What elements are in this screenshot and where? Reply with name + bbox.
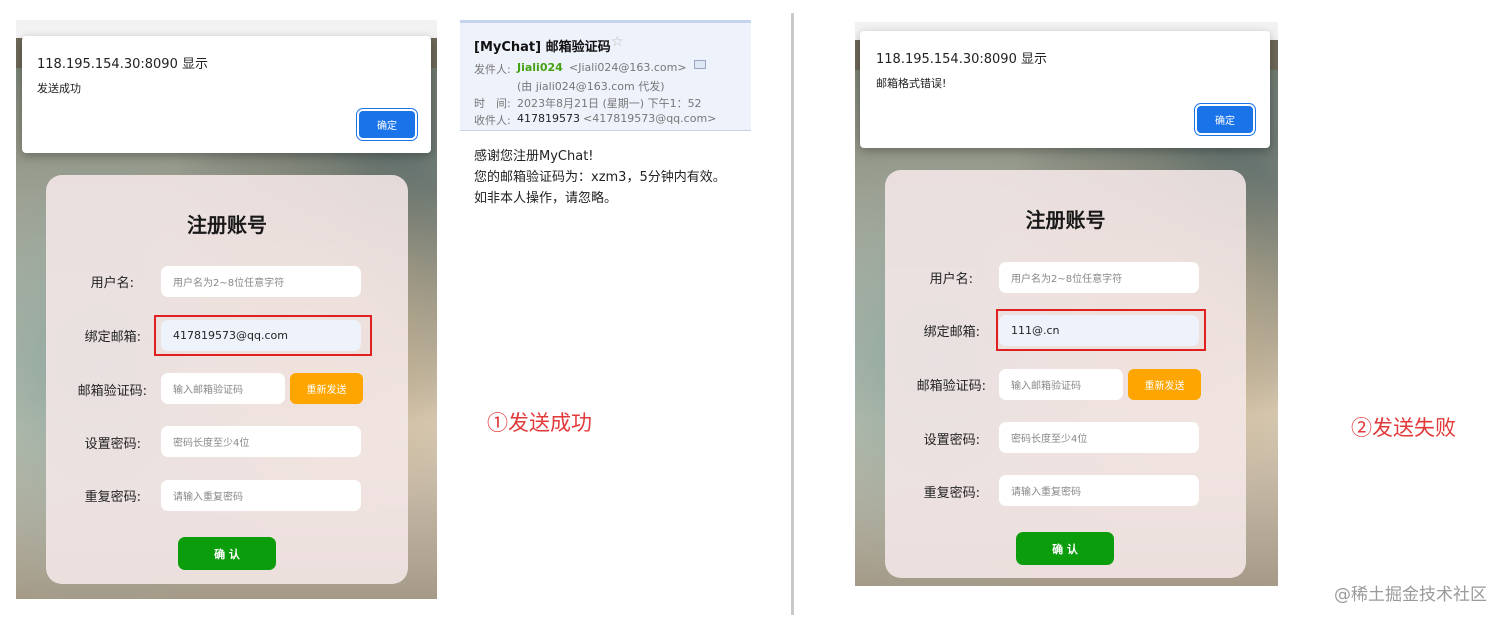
repeat-password-input[interactable]: 请输入重复密码 — [999, 475, 1199, 506]
repeat-password-label: 重复密码: — [84, 490, 141, 505]
password-label: 设置密码: — [84, 437, 141, 452]
caption-success: ①发送成功 — [487, 411, 592, 435]
alert-dialog: 118.195.154.30:8090 显示 邮箱格式错误! 确定 — [860, 31, 1270, 148]
register-title: 注册账号 — [1025, 208, 1106, 232]
register-title: 注册账号 — [187, 213, 267, 237]
password-input[interactable]: 密码长度至少4位 — [999, 422, 1199, 453]
caption-failure: ②发送失败 — [1351, 416, 1456, 440]
code-input[interactable]: 输入邮箱验证码 — [999, 369, 1123, 400]
username-label: 用户名: — [90, 276, 134, 291]
to-name: 417819573 — [517, 112, 580, 125]
email-body-line: 感谢您注册MyChat! — [474, 149, 594, 164]
email-subject: [MyChat] 邮箱验证码 — [474, 40, 611, 55]
vertical-divider — [791, 13, 794, 615]
register-card: 注册账号 用户名: 用户名为2~8位任意字符 绑定邮箱: 417819573@q… — [46, 175, 408, 584]
resend-button[interactable]: 重新发送 — [290, 373, 363, 404]
alert-title: 118.195.154.30:8090 显示 — [37, 57, 208, 72]
code-input[interactable]: 输入邮箱验证码 — [161, 373, 285, 404]
time-label: 时 间: — [474, 97, 511, 110]
sender-name[interactable]: Jiali024 — [517, 61, 563, 74]
email-body-line: 如非本人操作，请忽略。 — [474, 191, 618, 206]
contact-card-icon[interactable] — [694, 60, 706, 69]
left-screenshot: 注册账号 用户名: 用户名为2~8位任意字符 绑定邮箱: 417819573@q… — [16, 20, 437, 599]
email-highlight-box — [154, 315, 372, 356]
code-label: 邮箱验证码: — [77, 384, 147, 399]
alert-dialog: 118.195.154.30:8090 显示 发送成功 确定 — [22, 36, 431, 153]
password-input[interactable]: 密码长度至少4位 — [161, 426, 361, 457]
confirm-button[interactable]: 确 认 — [1016, 532, 1114, 565]
alert-message: 邮箱格式错误! — [876, 77, 947, 90]
watermark: @稀土掘金技术社区 — [1334, 585, 1487, 605]
email-body-line: 您的邮箱验证码为：xzm3，5分钟内有效。 — [474, 170, 726, 185]
register-card: 注册账号 用户名: 用户名为2~8位任意字符 绑定邮箱: 111@.cn 邮箱验… — [885, 170, 1246, 578]
email-label: 绑定邮箱: — [84, 330, 141, 345]
alert-title: 118.195.154.30:8090 显示 — [876, 52, 1047, 67]
on-behalf-note: (由 jiali024@163.com 代发) — [517, 80, 665, 93]
password-label: 设置密码: — [923, 433, 980, 448]
alert-message: 发送成功 — [37, 82, 81, 95]
to-label: 收件人: — [474, 114, 511, 127]
username-input[interactable]: 用户名为2~8位任意字符 — [999, 262, 1199, 293]
username-label: 用户名: — [929, 272, 973, 287]
right-screenshot: 注册账号 用户名: 用户名为2~8位任意字符 绑定邮箱: 111@.cn 邮箱验… — [855, 22, 1278, 586]
alert-ok-button[interactable]: 确定 — [359, 111, 415, 138]
sender-address: <Jiali024@163.com> — [569, 61, 687, 74]
email-header: [MyChat] 邮箱验证码 ☆ 发件人: Jiali024 <Jiali024… — [460, 20, 751, 131]
username-input[interactable]: 用户名为2~8位任意字符 — [161, 266, 361, 297]
code-label: 邮箱验证码: — [916, 379, 986, 394]
to-address: <417819573@qq.com> — [583, 112, 717, 125]
repeat-password-input[interactable]: 请输入重复密码 — [161, 480, 361, 511]
time-value: 2023年8月21日 (星期一) 下午1：52 — [517, 97, 702, 110]
email-highlight-box — [996, 309, 1206, 351]
resend-button[interactable]: 重新发送 — [1128, 369, 1201, 400]
email-label: 绑定邮箱: — [923, 325, 980, 340]
repeat-password-label: 重复密码: — [923, 486, 980, 501]
confirm-button[interactable]: 确 认 — [178, 537, 276, 570]
star-icon[interactable]: ☆ — [611, 34, 624, 50]
alert-ok-button[interactable]: 确定 — [1197, 106, 1253, 133]
from-label: 发件人: — [474, 63, 511, 76]
email-body: 感谢您注册MyChat! 您的邮箱验证码为：xzm3，5分钟内有效。 如非本人操… — [474, 146, 726, 209]
